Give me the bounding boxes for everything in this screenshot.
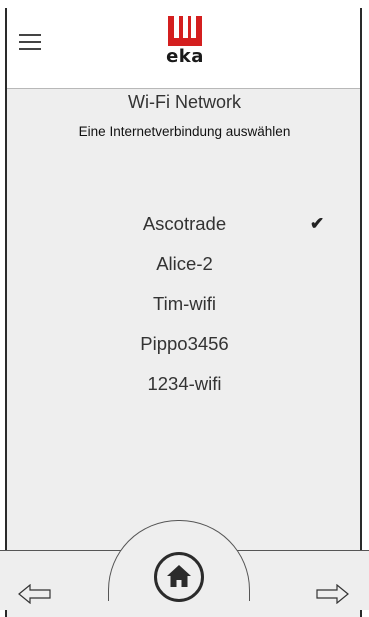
hamburger-menu-icon[interactable] xyxy=(19,32,41,52)
network-name: Pippo3456 xyxy=(140,333,229,354)
page-subtitle: Eine Internetverbindung auswählen xyxy=(78,124,291,139)
home-icon xyxy=(167,565,191,587)
arrow-right-icon[interactable] xyxy=(315,584,349,604)
app-header: eka xyxy=(7,8,360,89)
network-item[interactable]: Pippo3456 xyxy=(0,332,369,372)
network-name: 1234-wifi xyxy=(147,373,222,394)
network-item[interactable]: Tim-wifi xyxy=(0,292,369,332)
page-title: Wi-Fi Network xyxy=(128,92,241,112)
network-name: Alice-2 xyxy=(156,253,213,274)
network-name: Tim-wifi xyxy=(152,293,216,314)
home-button[interactable] xyxy=(154,552,204,602)
brand-logo: eka xyxy=(166,16,203,72)
network-item[interactable]: Ascotrade ✔ xyxy=(0,212,369,252)
network-item[interactable]: 1234-wifi xyxy=(0,372,369,412)
selected-check-icon: ✔ xyxy=(310,214,325,233)
brand-name: eka xyxy=(166,46,204,67)
logo-mark-icon xyxy=(168,16,202,46)
network-item[interactable]: Alice-2 xyxy=(0,252,369,292)
network-name: Ascotrade xyxy=(142,213,227,234)
network-list: Ascotrade ✔ Alice-2 Tim-wifi Pippo3456 1… xyxy=(0,212,369,412)
arrow-left-icon[interactable] xyxy=(18,584,52,604)
